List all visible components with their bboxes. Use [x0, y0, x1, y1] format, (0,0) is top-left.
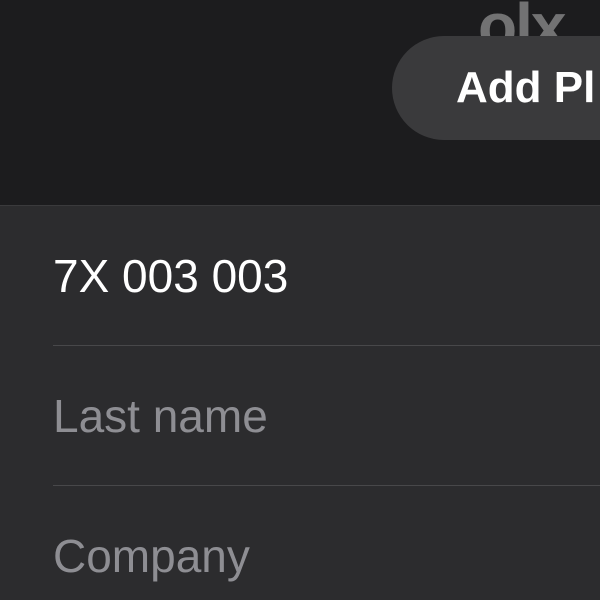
first-name-row[interactable]: 7X 003 003: [53, 206, 600, 346]
photo-header: olx Add Pl: [0, 0, 600, 205]
add-photo-button[interactable]: Add Pl: [392, 36, 600, 140]
last-name-field[interactable]: Last name: [53, 393, 268, 439]
first-name-field[interactable]: 7X 003 003: [53, 253, 288, 299]
contact-form: 7X 003 003 Last name Company: [0, 205, 600, 600]
last-name-row[interactable]: Last name: [53, 346, 600, 486]
company-field[interactable]: Company: [53, 533, 250, 579]
add-photo-label: Add Pl: [456, 63, 596, 112]
company-row[interactable]: Company: [53, 486, 600, 600]
contact-edit-screen: olx Add Pl 7X 003 003 Last name Company: [0, 0, 600, 600]
